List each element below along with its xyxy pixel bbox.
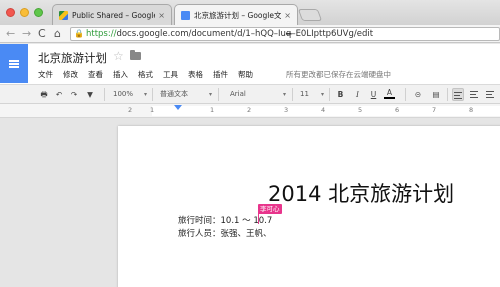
ruler-number: 1 — [150, 106, 155, 114]
toolbar-divider — [405, 88, 406, 101]
link-icon[interactable]: ⊝ — [412, 88, 424, 101]
ruler-number: 3 — [284, 106, 289, 114]
redo-icon[interactable]: ↷ — [68, 88, 80, 101]
lock-icon: 🔒 — [74, 29, 84, 38]
travelers-line: 旅行人员：张强、王帆、 — [178, 229, 272, 239]
ruler[interactable]: 2 1 1 2 3 4 5 6 7 8 — [0, 104, 500, 118]
bold-button[interactable]: B — [335, 88, 346, 101]
ruler-number: 4 — [321, 106, 326, 114]
collaborator-cursor — [258, 212, 259, 224]
document-canvas: 2014 北京旅游计划 旅行时间：10.1 ～ 10.7 旅行人员：张强、王帆、… — [0, 118, 500, 287]
comment-icon[interactable]: ▤ — [430, 88, 442, 101]
align-center-icon — [470, 91, 478, 98]
navigation-bar: ← → C ⌂ 🔒 https://docs.google.com/documen… — [0, 25, 500, 43]
ruler-number: 6 — [395, 106, 400, 114]
folder-icon[interactable] — [130, 50, 141, 60]
toolbar-divider — [329, 88, 330, 101]
menu-addons[interactable]: 插件 — [213, 69, 228, 80]
tab-public-shared[interactable]: Public Shared – Google云端 × — [52, 4, 172, 25]
align-left-icon — [454, 92, 462, 99]
align-right-button[interactable] — [484, 88, 496, 101]
drive-icon — [59, 10, 68, 20]
font-select[interactable]: Arial — [230, 88, 286, 101]
toolbar-divider — [292, 88, 293, 101]
tab-beijing-plan[interactable]: 北京旅游计划 – Google文档 × — [174, 4, 298, 25]
align-left-button[interactable] — [452, 88, 464, 101]
document-title[interactable]: 北京旅游计划 — [38, 50, 107, 66]
ruler-number: 7 — [432, 106, 437, 114]
back-icon[interactable]: ← — [6, 27, 15, 40]
indent-marker[interactable] — [174, 105, 182, 110]
ruler-content-area — [152, 106, 500, 116]
menu-table[interactable]: 表格 — [188, 69, 203, 80]
align-center-button[interactable] — [468, 88, 480, 101]
close-window-button[interactable] — [6, 8, 15, 17]
menu-help[interactable]: 帮助 — [238, 69, 253, 80]
home-icon[interactable]: ⌂ — [54, 27, 61, 40]
style-select[interactable]: 普通文本 — [160, 88, 212, 101]
save-status: 所有更改都已保存在云端硬盘中 — [286, 70, 391, 79]
url-scheme: https:// — [85, 29, 117, 39]
document-heading: 2014 北京旅游计划 — [268, 182, 455, 206]
print-icon[interactable]: 🖶 — [38, 88, 50, 101]
ruler-number: 8 — [469, 106, 474, 114]
align-right-icon — [486, 91, 494, 98]
tab-strip: Public Shared – Google云端 × 北京旅游计划 – Goog… — [0, 0, 500, 25]
tab-title: 北京旅游计划 – Google文档 — [194, 10, 282, 20]
collaborator-tag: 李可心 — [258, 204, 282, 214]
paint-format-icon[interactable]: ▼ — [84, 88, 96, 101]
text-color-button[interactable]: A — [384, 88, 395, 99]
zoom-select[interactable]: 100% — [113, 88, 147, 101]
tab-title: Public Shared – Google云端 — [72, 10, 155, 20]
docs-home-icon[interactable] — [0, 44, 28, 83]
ruler-number: 5 — [358, 106, 363, 114]
browser-window: Public Shared – Google云端 × 北京旅游计划 – Goog… — [0, 0, 500, 287]
undo-icon[interactable]: ↶ — [53, 88, 65, 101]
ruler-number: 1 — [210, 106, 215, 114]
address-bar[interactable]: 🔒 https://docs.google.com/document/d/1–hQ… — [70, 27, 500, 41]
star-icon[interactable]: ☆ — [113, 49, 124, 63]
docs-icon — [181, 10, 190, 20]
menu-edit[interactable]: 修改 — [63, 69, 78, 80]
toolbar-divider — [104, 88, 105, 101]
docs-header: 北京旅游计划 ☆ 文件 修改 查看 插入 格式 工具 表格 插件 帮助 所有更改… — [0, 44, 500, 84]
menu-view[interactable]: 查看 — [88, 69, 103, 80]
menu-bar: 文件 修改 查看 插入 格式 工具 表格 插件 帮助 — [38, 69, 263, 80]
new-tab-button[interactable] — [297, 9, 323, 21]
formatting-toolbar: 🖶 ↶ ↷ ▼ 100% 普通文本 Arial 11 B I U A ⊝ ▤ — [0, 84, 500, 104]
menu-insert[interactable]: 插入 — [113, 69, 128, 80]
reload-icon[interactable]: C — [38, 27, 46, 40]
toolbar-divider — [447, 88, 448, 101]
url-path: docs.google.com/document/d/1–hQQ–Iuq̶̶̶̶… — [116, 29, 374, 39]
menu-file[interactable]: 文件 — [38, 69, 53, 80]
toolbar-divider — [152, 88, 153, 101]
underline-button[interactable]: U — [368, 88, 379, 101]
zoom-window-button[interactable] — [34, 8, 43, 17]
menu-format[interactable]: 格式 — [138, 69, 153, 80]
ruler-number: 2 — [128, 106, 133, 114]
minimize-window-button[interactable] — [20, 8, 29, 17]
toolbar-divider — [218, 88, 219, 101]
ruler-number: 2 — [247, 106, 252, 114]
close-icon[interactable]: × — [158, 11, 165, 20]
close-icon[interactable]: × — [284, 11, 291, 20]
forward-icon[interactable]: → — [22, 27, 31, 40]
italic-button[interactable]: I — [352, 88, 363, 101]
font-size-select[interactable]: 11 — [300, 88, 324, 101]
menu-tools[interactable]: 工具 — [163, 69, 178, 80]
document-page[interactable]: 2014 北京旅游计划 旅行时间：10.1 ～ 10.7 旅行人员：张强、王帆、… — [118, 126, 500, 287]
